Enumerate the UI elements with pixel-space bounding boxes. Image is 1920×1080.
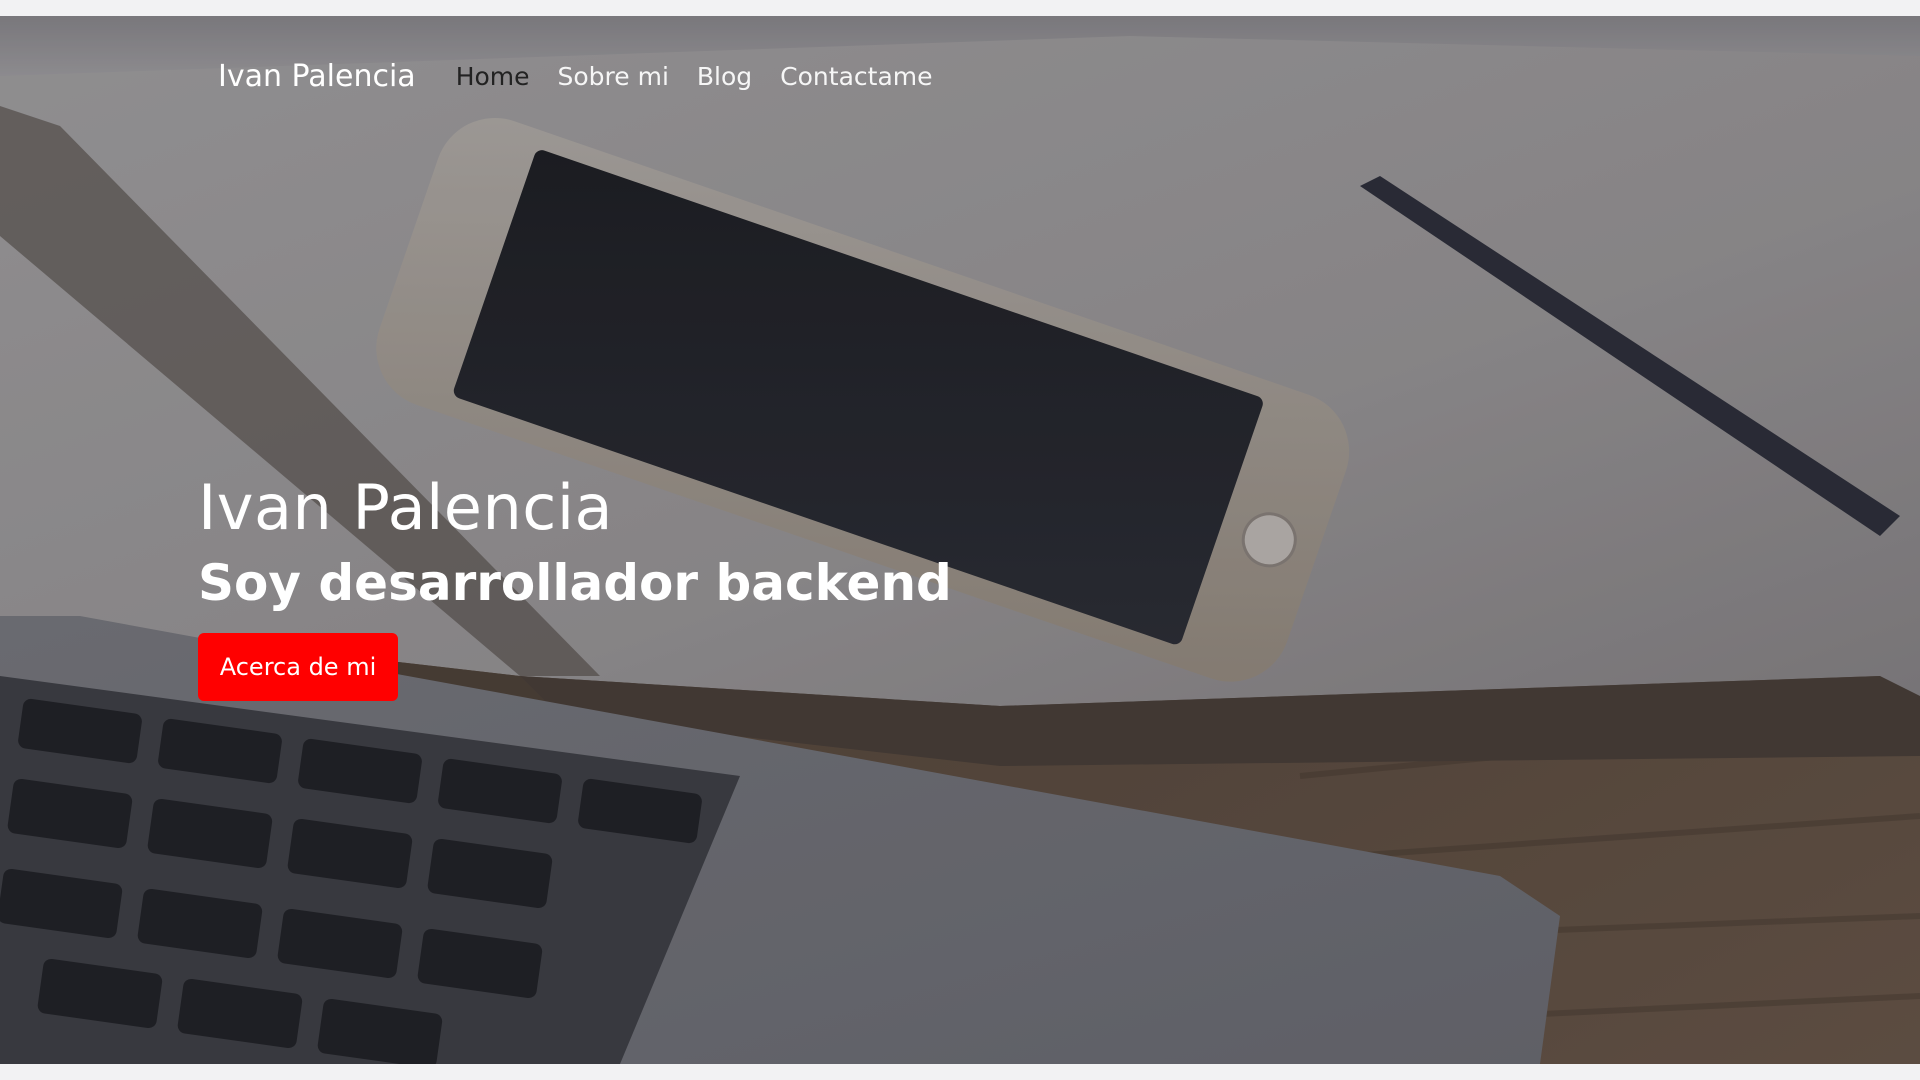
nav-link-blog[interactable]: Blog: [697, 62, 752, 91]
brand-link[interactable]: Ivan Palencia: [218, 59, 416, 94]
hero-text: Ivan Palencia Soy desarrollador backend …: [198, 471, 952, 702]
hero-subtitle: Soy desarrollador backend: [198, 554, 952, 613]
nav-link-home[interactable]: Home: [456, 62, 530, 91]
nav-links: Home Sobre mi Blog Contactame: [456, 62, 933, 91]
nav-link-contactame[interactable]: Contactame: [780, 62, 932, 91]
acerca-de-mi-button[interactable]: Acerca de mi: [198, 633, 398, 702]
navbar: Ivan Palencia Home Sobre mi Blog Contact…: [218, 46, 933, 106]
nav-link-sobre-mi[interactable]: Sobre mi: [558, 62, 669, 91]
hero-section: Ivan Palencia Home Sobre mi Blog Contact…: [0, 16, 1920, 1064]
hero-title: Ivan Palencia: [198, 471, 614, 544]
